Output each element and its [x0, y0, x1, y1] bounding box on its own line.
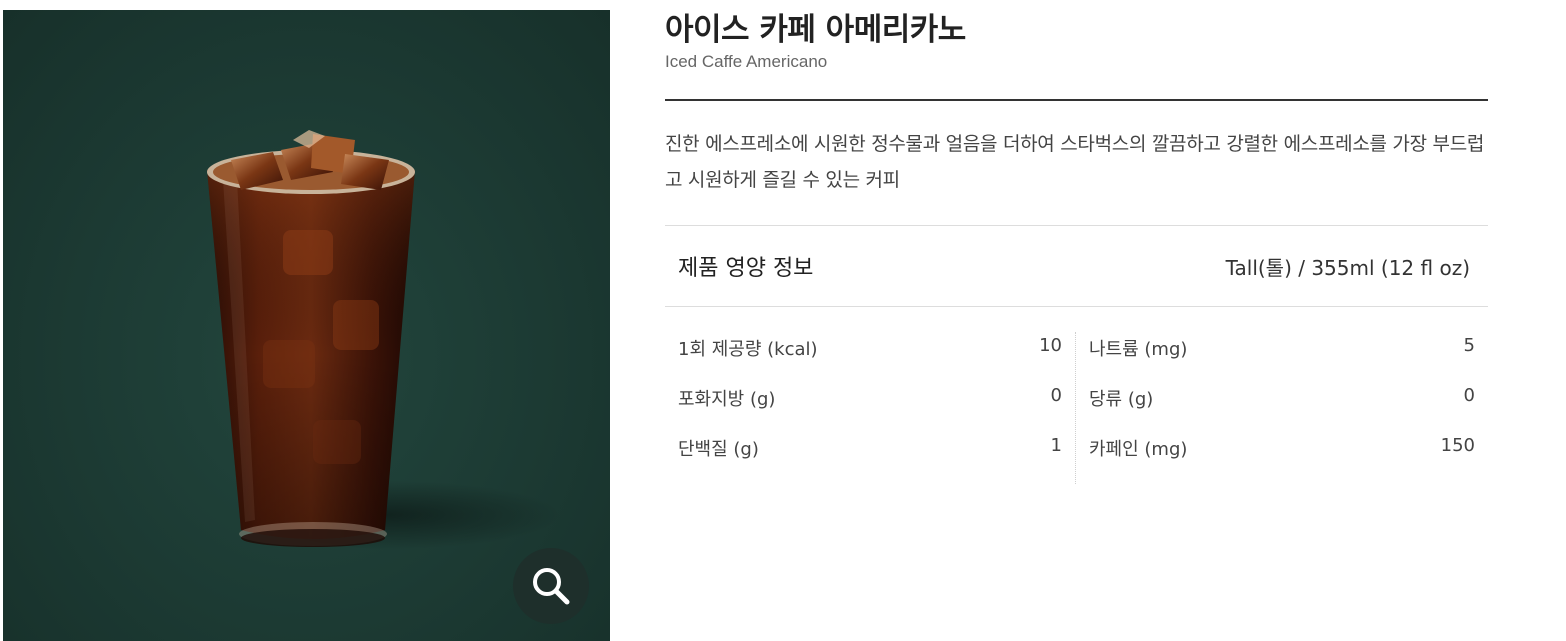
nutrition-column-left: 1회 제공량 (kcal) 10 포화지방 (g) 0 단백질 (g) 1 — [665, 332, 1076, 484]
nutrition-label: 나트륨 (mg) — [1089, 339, 1188, 360]
magnifier-icon — [533, 568, 570, 605]
nutrition-row: 당류 (g) 0 — [1076, 382, 1488, 432]
nutrition-row: 나트륨 (mg) 5 — [1076, 332, 1488, 382]
nutrition-table: 1회 제공량 (kcal) 10 포화지방 (g) 0 단백질 (g) 1 나트… — [665, 332, 1488, 484]
product-description: 진한 에스프레소에 시원한 정수물과 얼음을 더하여 스타벅스의 깔끔하고 강렬… — [665, 133, 1485, 191]
nutrition-title: 제품 영양 정보 — [678, 256, 814, 281]
serving-size: Tall(톨) / 355ml (12 fl oz) — [1225, 256, 1470, 280]
nutrition-row: 포화지방 (g) 0 — [665, 382, 1075, 432]
nutrition-row: 카페인 (mg) 150 — [1076, 432, 1488, 482]
nutrition-value: 0 — [1463, 385, 1475, 406]
product-image — [3, 10, 610, 641]
product-detail-page: 아이스 카페 아메리카노 Iced Caffe Americano 진한 에스프… — [0, 0, 1566, 641]
nutrition-header: 제품 영양 정보 Tall(톨) / 355ml (12 fl oz) — [665, 225, 1488, 307]
nutrition-label: 1회 제공량 (kcal) — [678, 339, 818, 360]
product-english-name: Iced Caffe Americano — [665, 52, 828, 71]
nutrition-column-right: 나트륨 (mg) 5 당류 (g) 0 카페인 (mg) 150 — [1076, 332, 1488, 484]
nutrition-value: 5 — [1463, 335, 1475, 356]
nutrition-row: 단백질 (g) 1 — [665, 432, 1075, 482]
nutrition-value: 0 — [1050, 385, 1062, 406]
nutrition-value: 1 — [1050, 435, 1062, 456]
nutrition-value: 150 — [1440, 435, 1475, 456]
product-title: 아이스 카페 아메리카노 — [665, 12, 966, 48]
nutrition-label: 단백질 (g) — [678, 439, 759, 460]
title-divider — [665, 99, 1488, 101]
iced-coffee-glass-image — [207, 130, 415, 547]
zoom-button[interactable] — [513, 548, 589, 624]
nutrition-label: 포화지방 (g) — [678, 389, 776, 410]
nutrition-value: 10 — [1039, 335, 1062, 356]
nutrition-row: 1회 제공량 (kcal) 10 — [665, 332, 1075, 382]
nutrition-label: 카페인 (mg) — [1089, 439, 1188, 460]
nutrition-label: 당류 (g) — [1089, 389, 1154, 410]
